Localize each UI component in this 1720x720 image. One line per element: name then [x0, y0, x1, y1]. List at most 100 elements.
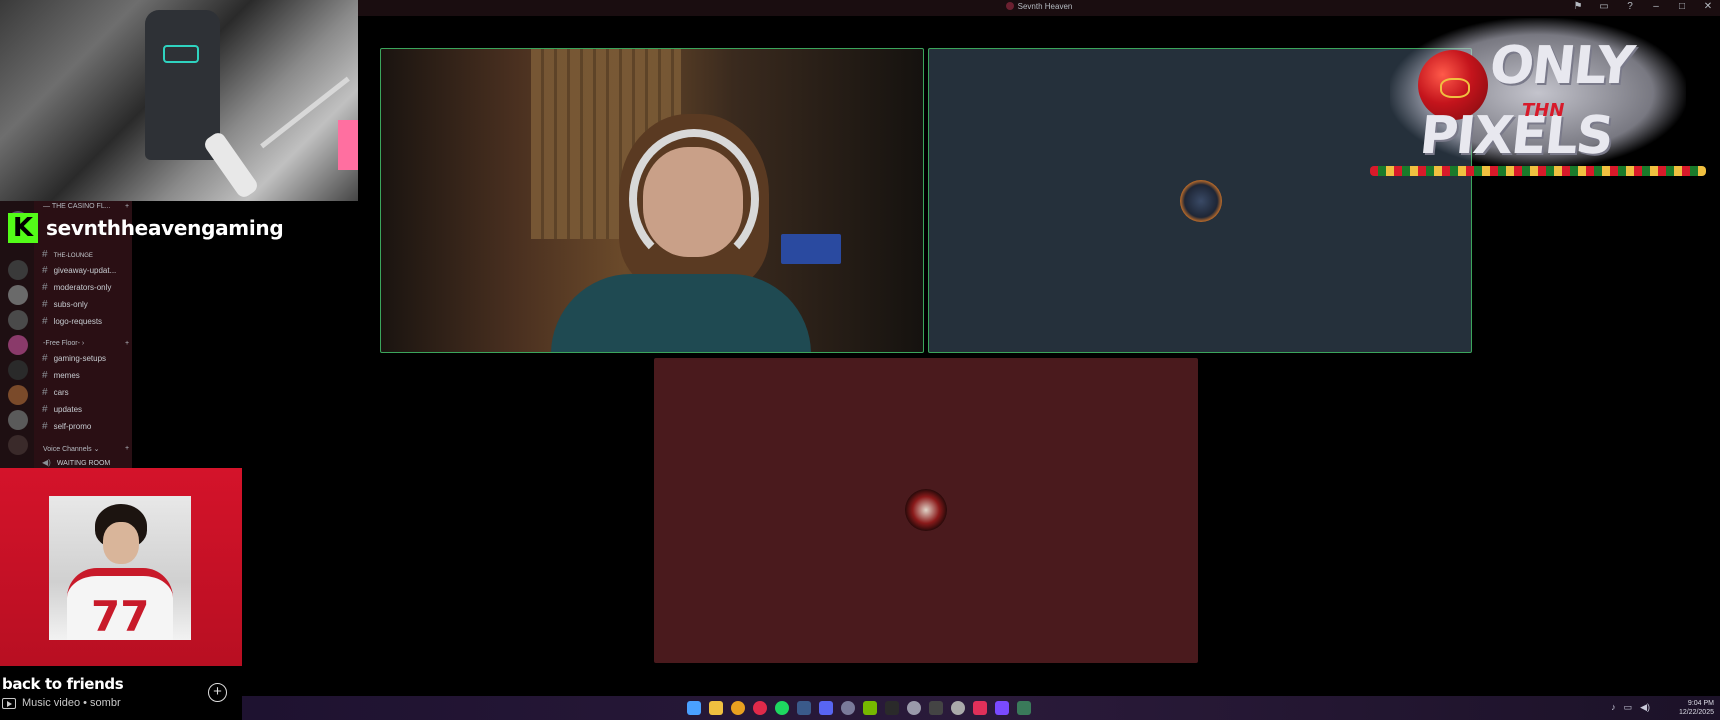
category-label: Voice Channels: [43, 446, 92, 453]
video-tile-participant-3[interactable]: [654, 358, 1198, 663]
monitor-glow: [338, 120, 358, 170]
logo-line-2: PIXELS: [1416, 106, 1615, 166]
hash-icon: #: [42, 249, 48, 260]
channel-logo-overlay: ONLY PIXELS THN: [1370, 8, 1706, 176]
window-title-text: Sevnth Heaven: [1017, 2, 1073, 11]
participant-body: [551, 274, 811, 352]
channel-label: memes: [53, 371, 80, 380]
channel-item[interactable]: # gaming-setups: [42, 353, 106, 364]
server-icon[interactable]: [8, 285, 28, 305]
category-free-floor[interactable]: -Free Floor- › +: [43, 340, 129, 347]
obs-icon[interactable]: [929, 701, 943, 715]
channel-label: logo-requests: [53, 317, 103, 326]
spotify-icon[interactable]: [775, 701, 789, 715]
server-icon[interactable]: [8, 360, 28, 380]
channel-item[interactable]: # self-promo: [42, 421, 91, 432]
logo-line-1: ONLY: [1486, 36, 1636, 96]
hash-icon: #: [42, 353, 48, 364]
steam-icon[interactable]: [797, 701, 811, 715]
screen: Sevnth Heaven ⚑ ▭ ? – □ ✕ — THE CASINO F…: [0, 0, 1720, 720]
christmas-lights: [1370, 166, 1706, 176]
channel-item[interactable]: # THE-LOUNGE: [42, 249, 93, 260]
video-tile-webcam[interactable]: [380, 48, 924, 353]
hash-icon: #: [42, 387, 48, 398]
server-icon[interactable]: [8, 260, 28, 280]
stream-name-banner: K sevnthheavengaming: [8, 213, 284, 243]
channel-label: THE-LOUNGE: [53, 253, 93, 259]
app-icon[interactable]: [841, 701, 855, 715]
server-icon[interactable]: [8, 310, 28, 330]
participant-avatar: [1180, 180, 1222, 222]
add-to-playlist-icon[interactable]: +: [208, 683, 227, 702]
clock-time: 9:04 PM: [1687, 700, 1714, 707]
now-playing-card: 77: [0, 468, 242, 666]
add-channel-icon[interactable]: +: [125, 340, 129, 347]
chair-logo: [163, 45, 199, 63]
music-video-icon: [2, 697, 16, 709]
logo-line-mid: THN: [1522, 100, 1565, 121]
network-icon[interactable]: ▭: [1624, 702, 1633, 713]
start-icon[interactable]: [687, 701, 701, 715]
clock-date: 12/22/2025: [1678, 709, 1714, 716]
channel-item[interactable]: # cars: [42, 387, 69, 398]
channel-name: sevnthheavengaming: [46, 216, 284, 240]
taskbar-apps: [687, 701, 1031, 715]
album-art-number: 77: [91, 592, 150, 640]
channel-item[interactable]: # moderators-only: [42, 282, 111, 293]
hash-icon: #: [42, 282, 48, 293]
channel-label: WAITING ROOM: [56, 460, 111, 467]
background-monitor: [781, 234, 841, 264]
category-voice[interactable]: Voice Channels ⌄ +: [43, 445, 129, 453]
hash-icon: #: [42, 421, 48, 432]
channel-item[interactable]: # subs-only: [42, 299, 88, 310]
microphone: [201, 130, 261, 200]
server-icon[interactable]: [8, 410, 28, 430]
system-tray: ♪ ▭ ◀): [1611, 702, 1650, 713]
hash-icon: #: [42, 316, 48, 327]
track-subtitle-text: Music video • sombr: [22, 697, 121, 709]
channel-item[interactable]: # giveaway-updat...: [42, 265, 116, 276]
server-icon[interactable]: [8, 385, 28, 405]
speaker-icon: ◀): [42, 458, 51, 467]
chrome-icon[interactable]: [731, 701, 745, 715]
server-icon[interactable]: [8, 335, 28, 355]
taskbar: ♪ ▭ ◀) 9:04 PM 12/22/2025: [242, 696, 1720, 720]
file-explorer-icon[interactable]: [709, 701, 723, 715]
participant-avatar: [905, 489, 947, 531]
channel-item[interactable]: # logo-requests: [42, 316, 102, 327]
category-casino[interactable]: — THE CASINO FL... +: [43, 203, 129, 210]
app-icon[interactable]: [1017, 701, 1031, 715]
add-channel-icon[interactable]: +: [125, 203, 129, 210]
channel-label: subs-only: [53, 300, 88, 309]
channel-label: giveaway-updat...: [53, 266, 117, 275]
app-icon[interactable]: [995, 701, 1009, 715]
channel-item[interactable]: # updates: [42, 404, 82, 415]
taskbar-clock[interactable]: 9:04 PM 12/22/2025: [1679, 699, 1714, 717]
album-art-face: [103, 522, 139, 564]
mic-arm: [260, 76, 350, 149]
track-subtitle: Music video • sombr: [2, 697, 121, 709]
channel-label: self-promo: [53, 422, 92, 431]
media-icon[interactable]: [973, 701, 987, 715]
app-icon[interactable]: [885, 701, 899, 715]
microphone-icon[interactable]: ♪: [1611, 702, 1616, 713]
settings-icon[interactable]: [907, 701, 921, 715]
opera-icon[interactable]: [753, 701, 767, 715]
album-art: 77: [49, 496, 191, 640]
hash-icon: #: [42, 299, 48, 310]
voice-channel-item[interactable]: ◀) WAITING ROOM: [42, 458, 110, 467]
app-icon[interactable]: [951, 701, 965, 715]
track-title: back to friends: [2, 675, 124, 693]
channel-label: updates: [53, 405, 83, 414]
volume-icon[interactable]: ◀): [1640, 702, 1650, 713]
category-label: THE CASINO FL...: [51, 203, 111, 210]
channel-item[interactable]: # memes: [42, 370, 80, 381]
channel-label: moderators-only: [53, 283, 112, 292]
server-icon: [1005, 2, 1014, 10]
channel-label: gaming-setups: [53, 354, 107, 363]
add-channel-icon[interactable]: +: [125, 445, 129, 452]
server-icon[interactable]: [8, 435, 28, 455]
discord-icon[interactable]: [819, 701, 833, 715]
nvidia-icon[interactable]: [863, 701, 877, 715]
category-label: -Free Floor-: [43, 340, 80, 347]
